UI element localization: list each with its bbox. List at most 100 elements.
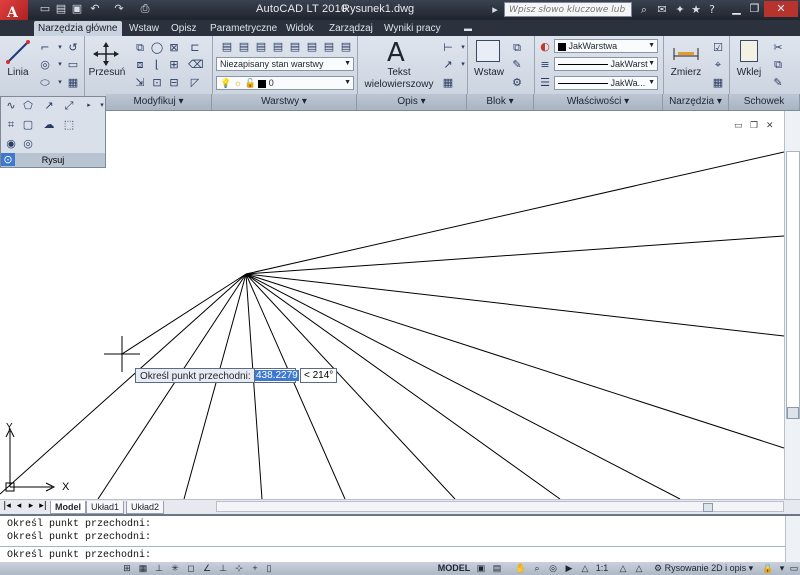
lineweight-select[interactable]: JakWa... ▼ xyxy=(554,76,658,90)
layer-icon[interactable]: ▤ xyxy=(288,40,302,53)
viewport-close-icon[interactable]: ✕ xyxy=(766,121,774,131)
quick-view-layouts-icon[interactable]: ▣ xyxy=(474,562,488,575)
pin-icon[interactable]: ⊙ xyxy=(1,153,15,166)
redo-icon[interactable]: ↷ xyxy=(112,2,126,16)
panel-layers[interactable]: Warstwy ▾ xyxy=(212,94,357,110)
match-properties-icon[interactable]: ◐ xyxy=(538,40,552,53)
tab-parametric[interactable]: Parametryczne xyxy=(206,21,281,36)
minimize-button[interactable]: ▁ xyxy=(728,1,745,17)
scroll-handle[interactable] xyxy=(703,503,713,512)
tab-insert[interactable]: Wstaw xyxy=(125,21,163,36)
viewport-restore-icon[interactable]: ❐ xyxy=(750,121,758,131)
favorites-icon[interactable]: ★ xyxy=(688,2,704,17)
dropdown-arrow-icon[interactable]: ▾ xyxy=(53,41,67,54)
region-icon[interactable]: ⌗ xyxy=(4,118,18,131)
insert-block-icon[interactable] xyxy=(476,40,500,62)
polyline-icon[interactable]: ⌐ xyxy=(38,41,52,54)
panel-modify[interactable]: Modyfikuj ▾ xyxy=(106,94,212,110)
arc-icon[interactable]: ↺ xyxy=(66,41,80,54)
expand-icon[interactable]: ▸ xyxy=(487,2,503,17)
quick-view-drawings-icon[interactable]: ▤ xyxy=(490,562,504,575)
scroll-handle[interactable] xyxy=(787,407,799,419)
scale-icon[interactable]: ⊡ xyxy=(150,76,164,89)
dynamic-angle-input[interactable]: < 214° xyxy=(300,368,337,383)
showmotion-icon[interactable]: ▶ xyxy=(562,562,576,575)
close-button[interactable]: ✕ xyxy=(764,1,798,17)
edit-block-icon[interactable]: ✎ xyxy=(510,58,524,71)
next-tab-icon[interactable]: ▸ xyxy=(26,500,36,513)
quick-properties-icon[interactable]: ▯ xyxy=(262,562,276,575)
pan-icon[interactable]: ✋ xyxy=(514,562,528,575)
vertical-scrollbar[interactable] xyxy=(784,111,800,499)
multiline-text-icon[interactable]: A xyxy=(387,38,405,68)
explode-icon[interactable]: ⊞ xyxy=(167,58,181,71)
command-scrollbar[interactable] xyxy=(785,516,800,562)
revision-cloud-icon[interactable]: ☁ xyxy=(42,118,56,131)
print-icon[interactable]: ⎙ xyxy=(138,2,152,16)
panel-clipboard[interactable]: Schowek xyxy=(729,94,800,110)
dropdown-arrow-icon[interactable]: ▾ xyxy=(53,58,67,71)
panel-annotation[interactable]: Opis ▾ xyxy=(357,94,467,110)
color-select[interactable]: JakWarstwa ▼ xyxy=(554,39,658,53)
rectangle-icon[interactable]: ▭ xyxy=(66,58,80,71)
donut-icon[interactable]: ◎ xyxy=(21,137,35,150)
save-icon[interactable]: ▣ xyxy=(70,2,84,16)
new-file-icon[interactable]: ▭ xyxy=(38,2,52,16)
layout-tab-layout1[interactable]: Układ1 xyxy=(86,501,125,514)
layer-icon[interactable]: ▤ xyxy=(305,40,319,53)
viewport-minimize-icon[interactable]: ▭ xyxy=(734,121,743,131)
communication-icon[interactable]: ✉ xyxy=(654,2,670,17)
auto-scale-icon[interactable]: △ xyxy=(632,562,646,575)
scroll-thumb[interactable] xyxy=(786,151,800,419)
measure-icon[interactable] xyxy=(672,42,700,62)
horizontal-scrollbar[interactable] xyxy=(216,501,784,512)
polar-tracking-icon[interactable]: ✳ xyxy=(168,562,182,575)
layout-tab-model[interactable]: Model xyxy=(50,501,86,514)
id-point-icon[interactable]: ⌖ xyxy=(711,58,725,71)
layer-icon[interactable]: ▤ xyxy=(339,40,353,53)
point-icon[interactable]: ◉ xyxy=(4,137,18,150)
trim-icon[interactable]: ⊠ xyxy=(167,41,181,54)
attribute-icon[interactable]: ⚙ xyxy=(510,76,524,89)
ortho-mode-icon[interactable]: ⊥ xyxy=(152,562,166,575)
dynamic-ucs-icon[interactable]: ⊥ xyxy=(216,562,230,575)
first-tab-icon[interactable]: |◂ xyxy=(2,500,12,513)
tab-output[interactable]: Wyniki pracy xyxy=(380,21,445,36)
boundary-icon[interactable]: ⬚ xyxy=(62,118,76,131)
spline-icon[interactable]: ∿ xyxy=(4,99,18,112)
annotation-scale-select[interactable]: 1:1 xyxy=(590,562,614,575)
layer-state-select[interactable]: Niezapisany stan warstwy ▼ xyxy=(216,57,354,71)
object-snap-tracking-icon[interactable]: ∠ xyxy=(200,562,214,575)
tab-view[interactable]: Widok xyxy=(282,21,318,36)
polygon-icon[interactable]: ⬠ xyxy=(21,99,35,112)
dropdown-arrow-icon[interactable]: ▾ xyxy=(53,76,67,89)
search-input[interactable]: Wpisz słowo kluczowe lub frazę xyxy=(504,2,632,30)
copy-clip-icon[interactable]: ⧉ xyxy=(771,58,785,71)
drawing-area[interactable]: Y X ▭ ❐ ✕ xyxy=(0,111,784,499)
search-icon[interactable]: ⌕ xyxy=(636,2,652,17)
zoom-icon[interactable]: ⌕ xyxy=(530,562,544,575)
wipeout-icon[interactable]: ▢ xyxy=(21,118,35,131)
circle-icon[interactable]: ◎ xyxy=(38,58,52,71)
dynamic-length-input[interactable]: 438.2279 xyxy=(254,368,299,383)
layer-properties-icon[interactable]: ▤ xyxy=(220,40,234,53)
layer-icon[interactable]: ▤ xyxy=(271,40,285,53)
ribbon-minimize-icon[interactable]: ▬ xyxy=(460,21,476,36)
help-icon[interactable]: ? xyxy=(704,2,720,17)
status-menu-icon[interactable]: ▾ xyxy=(776,562,788,575)
lineweight-icon[interactable]: ☰ xyxy=(538,76,552,89)
linetype-icon[interactable]: ≡ xyxy=(538,58,552,71)
offset-icon[interactable]: ⊏ xyxy=(188,41,202,54)
erase-icon[interactable]: ⌫ xyxy=(188,58,204,71)
line-tool-icon[interactable] xyxy=(6,40,30,64)
command-line-window[interactable]: Określ punkt przechodni: Określ punkt pr… xyxy=(0,514,800,564)
panel-properties[interactable]: Właściwości ▾ xyxy=(534,94,663,110)
object-snap-icon[interactable]: ◻ xyxy=(184,562,198,575)
dynamic-input-icon[interactable]: ⊹ xyxy=(232,562,246,575)
restore-button[interactable]: ❐ xyxy=(746,1,763,17)
steering-wheel-icon[interactable]: ◎ xyxy=(546,562,560,575)
layer-select[interactable]: 💡 ☼ 🔓 0 ▼ xyxy=(216,76,354,90)
array-icon[interactable]: ⊟ xyxy=(167,76,181,89)
grid-display-icon[interactable]: ▦ xyxy=(136,562,150,575)
hatch-icon[interactable]: ▦ xyxy=(66,76,80,89)
